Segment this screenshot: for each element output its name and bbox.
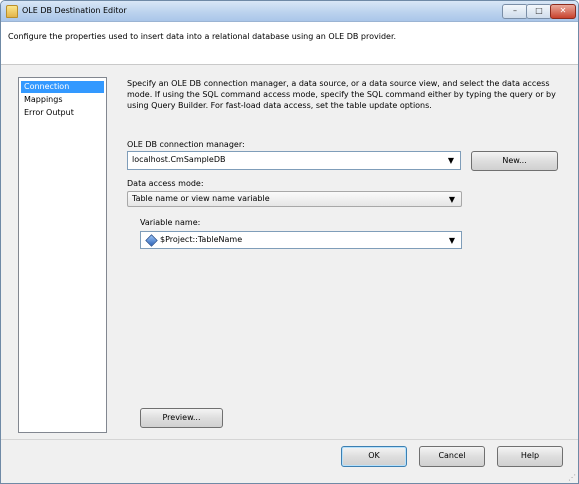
resize-grip-icon[interactable]: ⋰ [568,473,576,482]
help-button[interactable]: Help [497,446,563,467]
window-title: OLE DB Destination Editor [22,6,127,15]
nav-list: Connection Manager Mappings Error Output [18,77,107,433]
connection-manager-value: localhost.CmSampleDB [132,155,226,164]
main-description: Specify an OLE DB connection manager, a … [127,79,556,110]
new-connection-button[interactable]: New... [471,151,558,171]
ssis-component-icon [6,5,18,18]
header-description: Configure the properties used to insert … [8,32,397,41]
dialog-window: OLE DB Destination Editor – □ ✕ Configur… [0,0,579,484]
data-access-mode-dropdown[interactable]: Table name or view name variable ▼ [127,191,462,207]
connection-manager-label: OLE DB connection manager: [127,140,245,149]
chevron-down-icon[interactable]: ▼ [445,193,459,207]
cancel-button[interactable]: Cancel [419,446,485,467]
chevron-down-icon[interactable]: ▼ [445,234,459,248]
connection-manager-dropdown[interactable]: localhost.CmSampleDB ▼ [127,151,461,170]
header-band: Configure the properties used to insert … [1,22,578,65]
footer: OK Cancel Help ⋰ [1,439,578,483]
nav-item-connection-manager[interactable]: Connection Manager [21,81,104,103]
data-access-mode-label: Data access mode: [127,179,204,188]
minimize-button[interactable]: – [502,4,528,19]
close-button[interactable]: ✕ [550,4,576,19]
variable-name-label: Variable name: [140,218,201,227]
variable-diamond-icon [145,234,158,247]
variable-name-dropdown[interactable]: $Project::TableName ▼ [140,231,462,249]
title-bar[interactable]: OLE DB Destination Editor – □ ✕ [1,1,578,22]
data-access-mode-value: Table name or view name variable [132,194,270,203]
nav-item-error-output[interactable]: Error Output [21,107,104,119]
ok-button[interactable]: OK [341,446,407,467]
variable-name-value: $Project::TableName [160,235,243,244]
nav-item-mappings[interactable]: Mappings [21,94,104,106]
preview-button[interactable]: Preview... [140,408,223,428]
chevron-down-icon[interactable]: ▼ [444,154,458,168]
maximize-button[interactable]: □ [526,4,552,19]
